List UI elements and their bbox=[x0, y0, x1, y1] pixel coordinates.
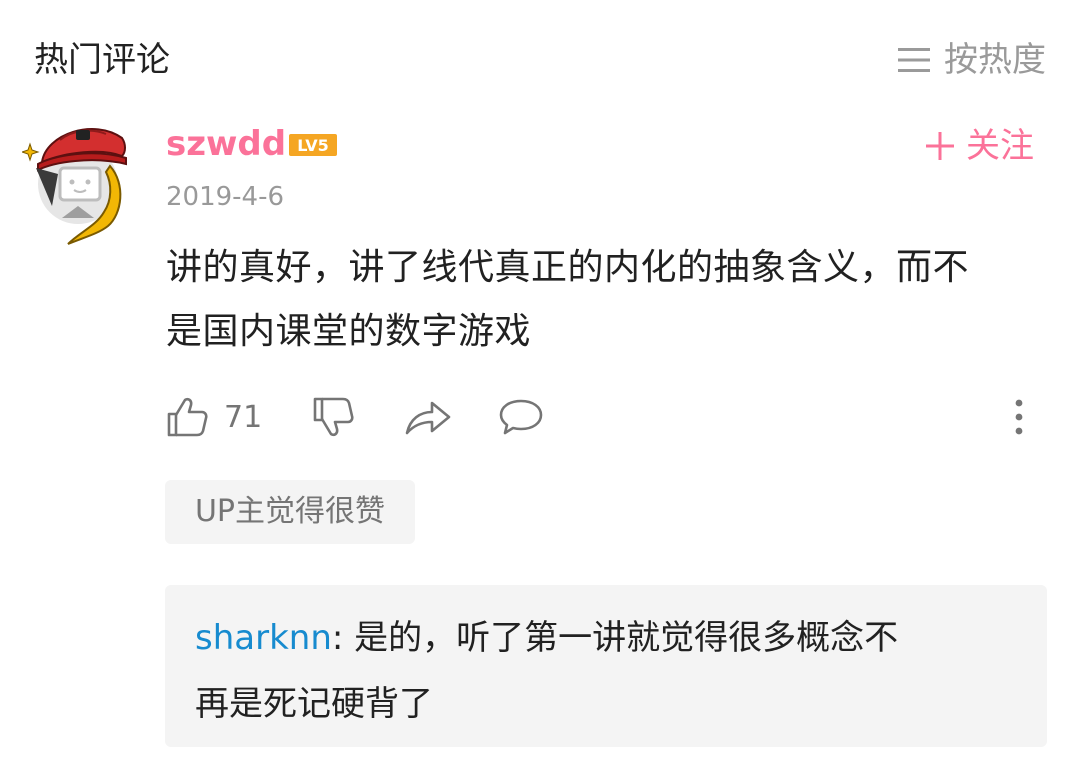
thumbs-up-icon bbox=[167, 397, 208, 437]
like-count: 71 bbox=[224, 399, 263, 435]
up-liked-badge: UP主觉得很赞 bbox=[165, 480, 415, 544]
reply-text: 是的，听了第一讲就觉得很多概念不 bbox=[354, 618, 899, 658]
comment-actions: 71 bbox=[166, 392, 1036, 442]
avatar[interactable] bbox=[22, 114, 142, 246]
reply-line: 再是死记硬背了 bbox=[195, 684, 433, 724]
more-button[interactable] bbox=[1006, 392, 1032, 442]
thumbs-down-icon bbox=[313, 397, 354, 437]
like-button[interactable]: 71 bbox=[166, 392, 262, 442]
comment-bubble-icon bbox=[499, 399, 543, 435]
comment-line: 是国内课堂的数字游戏 bbox=[166, 311, 532, 352]
level-text: LV5 bbox=[297, 136, 329, 155]
reply-username[interactable]: sharknn bbox=[195, 618, 332, 658]
level-badge: LV5 bbox=[289, 134, 337, 156]
comment-body: 讲的真好，讲了线代真正的内化的抽象含义，而不 是国内课堂的数字游戏 bbox=[166, 236, 1056, 364]
comment-date: 2019-4-6 bbox=[166, 182, 285, 212]
comment-line: 讲的真好，讲了线代真正的内化的抽象含义，而不 bbox=[166, 247, 970, 288]
reply-line: sharknn: 是的，听了第一讲就觉得很多概念不 bbox=[195, 607, 898, 669]
follow-button[interactable]: 关注 bbox=[926, 124, 1034, 168]
section-title: 热门评论 bbox=[34, 40, 170, 80]
comment-section: 热门评论 按热度 szwdd LV5 关注 2019-4-6 讲的真好，讲了线代… bbox=[0, 0, 1080, 772]
sort-label: 按热度 bbox=[944, 40, 1046, 80]
share-button[interactable] bbox=[404, 392, 452, 442]
section-header: 热门评论 按热度 bbox=[0, 0, 1080, 120]
more-vertical-icon bbox=[1015, 399, 1023, 435]
share-icon bbox=[405, 401, 451, 435]
username[interactable]: szwdd bbox=[166, 122, 286, 166]
dislike-button[interactable] bbox=[312, 392, 354, 442]
reply-separator: : bbox=[331, 618, 355, 658]
reply-preview[interactable]: sharknn: 是的，听了第一讲就觉得很多概念不 再是死记硬背了 bbox=[165, 585, 1047, 747]
sort-button[interactable]: 按热度 bbox=[898, 38, 1046, 82]
reply-button[interactable] bbox=[498, 392, 544, 442]
list-icon bbox=[898, 48, 930, 72]
plus-icon bbox=[926, 132, 954, 160]
follow-label: 关注 bbox=[966, 126, 1034, 166]
